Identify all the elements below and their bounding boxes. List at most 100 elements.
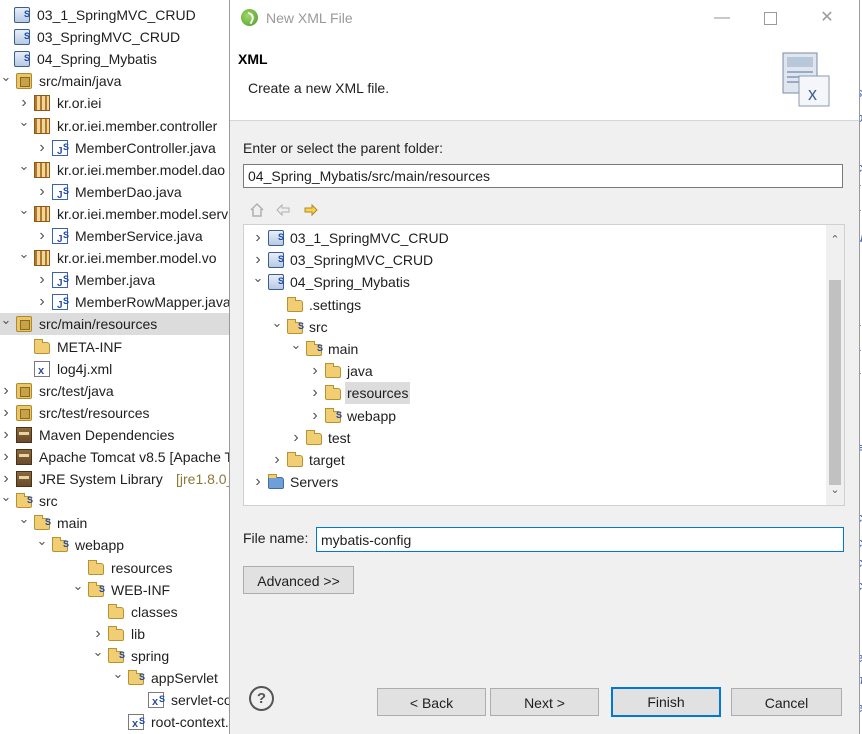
tree-item[interactable]: ⌄ src: [244, 315, 824, 338]
close-button[interactable]: ✕: [805, 4, 849, 32]
chevron-right-icon[interactable]: ›: [0, 468, 12, 490]
chevron-right-icon[interactable]: ›: [309, 382, 321, 404]
tree-item[interactable]: › java: [244, 360, 824, 382]
explorer-item[interactable]: › MemberController.java: [0, 136, 232, 163]
explorer-item[interactable]: › JRE System Library [jre1.8.0_: [0, 468, 232, 490]
tree-item[interactable]: .settings: [244, 294, 824, 316]
scroll-thumb[interactable]: [829, 280, 841, 485]
chevron-right-icon[interactable]: ›: [252, 471, 264, 493]
back-button[interactable]: < Back: [377, 688, 486, 716]
tree-item[interactable]: › 03_1_SpringMVC_CRUD: [244, 226, 824, 249]
explorer-item[interactable]: ⌄ main: [0, 511, 232, 534]
chevron-right-icon[interactable]: ›: [36, 269, 48, 291]
chevron-right-icon[interactable]: ›: [0, 424, 12, 446]
tree-item[interactable]: › Servers: [244, 471, 824, 493]
explorer-item[interactable]: ⌄ src/main/resources: [0, 313, 232, 336]
chevron-down-icon[interactable]: ⌄: [18, 247, 30, 269]
chevron-right-icon[interactable]: ›: [92, 623, 104, 645]
explorer-item[interactable]: › Member.java: [0, 268, 232, 295]
tree-vertical-scrollbar[interactable]: ⌃ ⌄: [826, 225, 844, 505]
explorer-item[interactable]: › MemberDao.java: [0, 180, 232, 207]
tree-item[interactable]: › resources: [244, 382, 824, 405]
explorer-item[interactable]: META-INF: [0, 336, 232, 358]
explorer-item-label: src/main/resources: [39, 316, 158, 333]
chevron-down-icon[interactable]: ⌄: [18, 202, 30, 225]
file-name-input[interactable]: [316, 527, 844, 552]
chevron-right-icon[interactable]: ›: [36, 137, 48, 159]
folder-tree[interactable]: › 03_1_SpringMVC_CRUD › 03_SpringMVC_CRUD ⌄ 0…: [243, 224, 845, 506]
home-icon[interactable]: [248, 202, 266, 220]
chevron-right-icon[interactable]: ›: [309, 360, 321, 382]
tree-item[interactable]: › target: [244, 449, 824, 471]
explorer-item[interactable]: ⌄ kr.or.iei.member.model.vo: [0, 247, 232, 269]
chevron-down-icon[interactable]: ⌄: [0, 313, 12, 335]
forward-arrow-icon[interactable]: [302, 202, 320, 220]
tree-item[interactable]: ⌄ main: [244, 337, 824, 360]
explorer-item[interactable]: ⌄ src/main/java: [0, 70, 232, 92]
help-icon[interactable]: ?: [249, 686, 274, 711]
explorer-item[interactable]: 03_SpringMVC_CRUD: [0, 25, 232, 48]
chevron-right-icon[interactable]: ›: [0, 402, 12, 424]
explorer-item[interactable]: classes: [0, 601, 232, 623]
explorer-item[interactable]: 04_Spring_Mybatis: [0, 47, 232, 70]
tree-item[interactable]: › 03_SpringMVC_CRUD: [244, 248, 824, 271]
explorer-item[interactable]: ⌄ kr.or.iei.member.model.dao: [0, 158, 232, 181]
chevron-right-icon[interactable]: ›: [18, 92, 30, 114]
chevron-down-icon[interactable]: ⌄: [92, 644, 104, 667]
explorer-item[interactable]: root-context.xml: [0, 710, 232, 734]
chevron-right-icon[interactable]: ›: [0, 446, 12, 468]
explorer-item[interactable]: ⌄ appServlet: [0, 666, 232, 689]
chevron-down-icon[interactable]: ⌄: [18, 512, 30, 534]
explorer-item[interactable]: resources: [0, 557, 232, 579]
explorer-item[interactable]: › lib: [0, 623, 232, 645]
explorer-item[interactable]: › Maven Dependencies: [0, 424, 232, 446]
advanced-button[interactable]: Advanced >>: [243, 566, 354, 594]
maximize-button[interactable]: [748, 4, 792, 32]
explorer-item[interactable]: ⌄ kr.or.iei.member.controller: [0, 114, 232, 137]
explorer-item[interactable]: › src/test/resources: [0, 402, 232, 424]
explorer-item[interactable]: ⌄ spring: [0, 644, 232, 667]
explorer-item[interactable]: › kr.or.iei: [0, 92, 232, 114]
finish-button[interactable]: Finish: [611, 687, 721, 717]
explorer-item[interactable]: ⌄ src: [0, 489, 232, 512]
explorer-item[interactable]: › Apache Tomcat v8.5 [Apache Tomcat v8.5]: [0, 446, 232, 468]
parent-folder-input[interactable]: [243, 164, 843, 188]
explorer-item[interactable]: ⌄ WEB-INF: [0, 578, 232, 601]
chevron-down-icon[interactable]: ⌄: [271, 315, 283, 330]
chevron-right-icon[interactable]: ›: [252, 227, 264, 249]
chevron-right-icon[interactable]: ›: [271, 449, 283, 471]
chevron-down-icon[interactable]: ⌄: [72, 578, 84, 601]
tree-item[interactable]: › webapp: [244, 404, 824, 427]
back-arrow-icon[interactable]: [274, 202, 292, 220]
chevron-right-icon[interactable]: ›: [36, 291, 48, 313]
explorer-item[interactable]: ⌄ webapp: [0, 533, 232, 556]
chevron-right-icon[interactable]: ›: [36, 225, 48, 247]
chevron-down-icon[interactable]: ⌄: [0, 70, 12, 92]
explorer-item[interactable]: servlet-context.xml: [0, 688, 232, 713]
explorer-item[interactable]: ⌄ kr.or.iei.member.model.service: [0, 202, 232, 225]
explorer-item[interactable]: log4j.xml: [0, 358, 232, 382]
chevron-down-icon[interactable]: ⌄: [252, 271, 264, 285]
scroll-up-icon[interactable]: ⌃: [826, 231, 844, 249]
chevron-down-icon[interactable]: ⌄: [290, 338, 302, 352]
chevron-right-icon[interactable]: ›: [252, 249, 264, 271]
tree-item[interactable]: › test: [244, 427, 824, 449]
minimize-button[interactable]: —: [700, 4, 744, 32]
chevron-down-icon[interactable]: ⌄: [18, 158, 30, 181]
chevron-right-icon[interactable]: ›: [36, 181, 48, 203]
chevron-down-icon[interactable]: ⌄: [36, 534, 48, 556]
next-button[interactable]: Next >: [490, 688, 599, 716]
tree-item[interactable]: ⌄ 04_Spring_Mybatis: [244, 270, 824, 293]
cancel-button[interactable]: Cancel: [731, 688, 842, 716]
chevron-right-icon[interactable]: ›: [290, 427, 302, 449]
chevron-down-icon[interactable]: ⌄: [112, 667, 124, 689]
explorer-item[interactable]: › MemberRowMapper.java: [0, 290, 232, 317]
explorer-item[interactable]: 03_1_SpringMVC_CRUD: [0, 3, 232, 26]
chevron-down-icon[interactable]: ⌄: [18, 114, 30, 137]
chevron-down-icon[interactable]: ⌄: [0, 490, 12, 512]
explorer-item[interactable]: › src/test/java: [0, 380, 232, 402]
chevron-right-icon[interactable]: ›: [0, 380, 12, 402]
scroll-down-icon[interactable]: ⌄: [826, 481, 844, 499]
chevron-right-icon[interactable]: ›: [309, 405, 321, 427]
explorer-item[interactable]: › MemberService.java: [0, 224, 232, 251]
